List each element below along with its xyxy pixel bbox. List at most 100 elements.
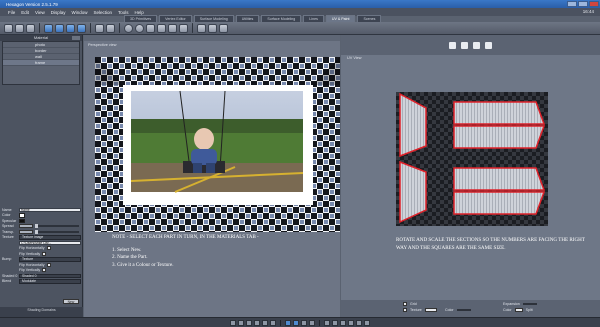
menu-help[interactable]: Help xyxy=(135,10,144,15)
name-field[interactable]: frame xyxy=(19,207,81,212)
shaded-dropdown[interactable]: Shaded 0 xyxy=(19,273,81,278)
camera-icon[interactable] xyxy=(146,23,155,33)
bottom-toolbar xyxy=(0,317,600,327)
select-faces-icon[interactable] xyxy=(66,23,75,33)
sphere-icon[interactable] xyxy=(124,23,133,33)
shadows-icon[interactable] xyxy=(356,319,362,326)
uv-move-icon[interactable] xyxy=(461,41,468,49)
spread-field[interactable] xyxy=(19,224,33,229)
grid-icon[interactable] xyxy=(168,23,177,33)
arrow-tool-icon[interactable] xyxy=(4,23,13,33)
texture-icon[interactable] xyxy=(208,23,217,33)
light-icon[interactable] xyxy=(157,23,166,33)
step-3: 3. Give it a Colour or Texture. xyxy=(112,261,174,268)
color-slider[interactable] xyxy=(456,309,471,311)
menu-tools[interactable]: Tools xyxy=(118,10,129,15)
tab-uv-paint[interactable]: UV & Paint xyxy=(325,15,356,22)
select-objects-icon[interactable] xyxy=(77,23,86,33)
wireframe-icon[interactable] xyxy=(324,319,330,326)
blend-label: Blend xyxy=(2,279,12,284)
snap-icon[interactable] xyxy=(179,23,188,33)
redo-icon[interactable] xyxy=(106,23,115,33)
tab-utilities[interactable]: Utilities xyxy=(235,15,260,22)
minimize-button[interactable] xyxy=(567,1,577,7)
name-label: Name xyxy=(2,207,12,212)
tab-bar: 3D Primitives Vertex Editor Surface Mode… xyxy=(124,15,382,22)
color-mode-field[interactable] xyxy=(514,308,523,312)
view-side-icon[interactable] xyxy=(238,319,244,326)
spread-label: Spread xyxy=(2,224,14,229)
blend-row: Blend Modulate xyxy=(2,279,81,285)
texture-label-uv: Texture xyxy=(410,308,422,312)
tab-scenes[interactable]: Scenes xyxy=(357,15,382,22)
textured-icon[interactable] xyxy=(340,319,346,326)
menu-view[interactable]: View xyxy=(35,10,45,15)
uv-select-icon[interactable] xyxy=(449,41,456,49)
uv-map-svg xyxy=(396,92,548,226)
texture-checkbox[interactable] xyxy=(403,308,407,312)
blend-dropdown[interactable]: Modulate xyxy=(19,279,81,284)
material-item-frame[interactable]: frame xyxy=(3,60,79,66)
toolbar-separator xyxy=(192,23,193,33)
transparency-field[interactable] xyxy=(19,229,33,234)
perspective-viewport-header xyxy=(84,35,340,41)
tab-surface-modeling-2[interactable]: Surface Modeling xyxy=(261,15,302,22)
flip-vertically-checkbox[interactable] xyxy=(42,251,47,256)
pan-icon[interactable] xyxy=(270,319,276,326)
spread-slider[interactable] xyxy=(35,224,79,229)
shading-domains-header[interactable]: Shading Domains xyxy=(0,307,83,317)
uv-map-area[interactable] xyxy=(396,92,548,226)
bump-flip-vertically-checkbox[interactable] xyxy=(42,268,47,273)
texture-type-dropdown[interactable]: Texture image xyxy=(19,235,81,240)
select-points-icon[interactable] xyxy=(44,23,53,33)
select-edges-icon[interactable] xyxy=(55,23,64,33)
uv-rotate-icon[interactable] xyxy=(473,41,480,49)
uv-scale-icon[interactable] xyxy=(485,41,492,49)
menu-file[interactable]: File xyxy=(8,10,15,15)
move-tool-icon[interactable] xyxy=(15,23,24,33)
menu-edit[interactable]: Edit xyxy=(21,10,29,15)
flip-horizontally-checkbox[interactable] xyxy=(46,246,51,251)
close-button[interactable] xyxy=(589,1,599,7)
tab-vertex-editor[interactable]: Vertex Editor xyxy=(159,15,192,22)
bump-flip-horizontally-checkbox[interactable] xyxy=(46,262,51,267)
shaded-row: Shaded 0 Shaded 0 xyxy=(2,273,81,279)
menu-window[interactable]: Window xyxy=(71,10,87,15)
zoom-icon[interactable] xyxy=(262,319,268,326)
snap-vertex-icon[interactable] xyxy=(309,319,315,326)
smooth-shade-icon[interactable] xyxy=(332,319,338,326)
tab-lines[interactable]: Lines xyxy=(303,15,324,22)
expansion-slider[interactable] xyxy=(522,303,537,305)
view-front-icon[interactable] xyxy=(230,319,236,326)
rotate-tool-icon[interactable] xyxy=(26,23,35,33)
material-icon[interactable] xyxy=(197,23,206,33)
tab-3d-primitives[interactable]: 3D Primitives xyxy=(124,15,158,22)
manipulator-icon[interactable] xyxy=(285,319,291,326)
texture-file-field[interactable]: C:\Users\Mike Dar... xyxy=(19,240,81,245)
menu-display[interactable]: Display xyxy=(51,10,66,15)
lights-icon[interactable] xyxy=(348,319,354,326)
paint-icon[interactable] xyxy=(219,23,228,33)
new-material-button[interactable]: New xyxy=(63,299,79,304)
grid-checkbox[interactable] xyxy=(403,302,407,306)
panel-options-icon[interactable] xyxy=(72,36,80,40)
axis-icon[interactable] xyxy=(293,319,299,326)
split-dropdown[interactable]: Split xyxy=(526,308,533,312)
view-perspective-icon[interactable] xyxy=(254,319,260,326)
specular-swatch[interactable] xyxy=(19,218,25,223)
color-mode-dropdown[interactable]: Color xyxy=(503,308,512,312)
view-top-icon[interactable] xyxy=(246,319,252,326)
framed-photo-model[interactable] xyxy=(95,57,340,232)
maximize-button[interactable] xyxy=(578,1,588,7)
bump-dropdown[interactable]: Texture xyxy=(19,257,81,262)
texture-value-field[interactable] xyxy=(424,308,437,312)
snap-grid-icon[interactable] xyxy=(301,319,307,326)
render-icon[interactable] xyxy=(135,23,144,33)
color-swatch[interactable] xyxy=(19,213,25,218)
material-list: photo border wall frame xyxy=(2,41,80,85)
tab-surface-modeling[interactable]: Surface Modeling xyxy=(193,15,234,22)
layout-icon[interactable] xyxy=(364,319,370,326)
menu-selection[interactable]: Selection xyxy=(94,10,113,15)
undo-icon[interactable] xyxy=(95,23,104,33)
transparency-slider[interactable] xyxy=(35,229,79,234)
